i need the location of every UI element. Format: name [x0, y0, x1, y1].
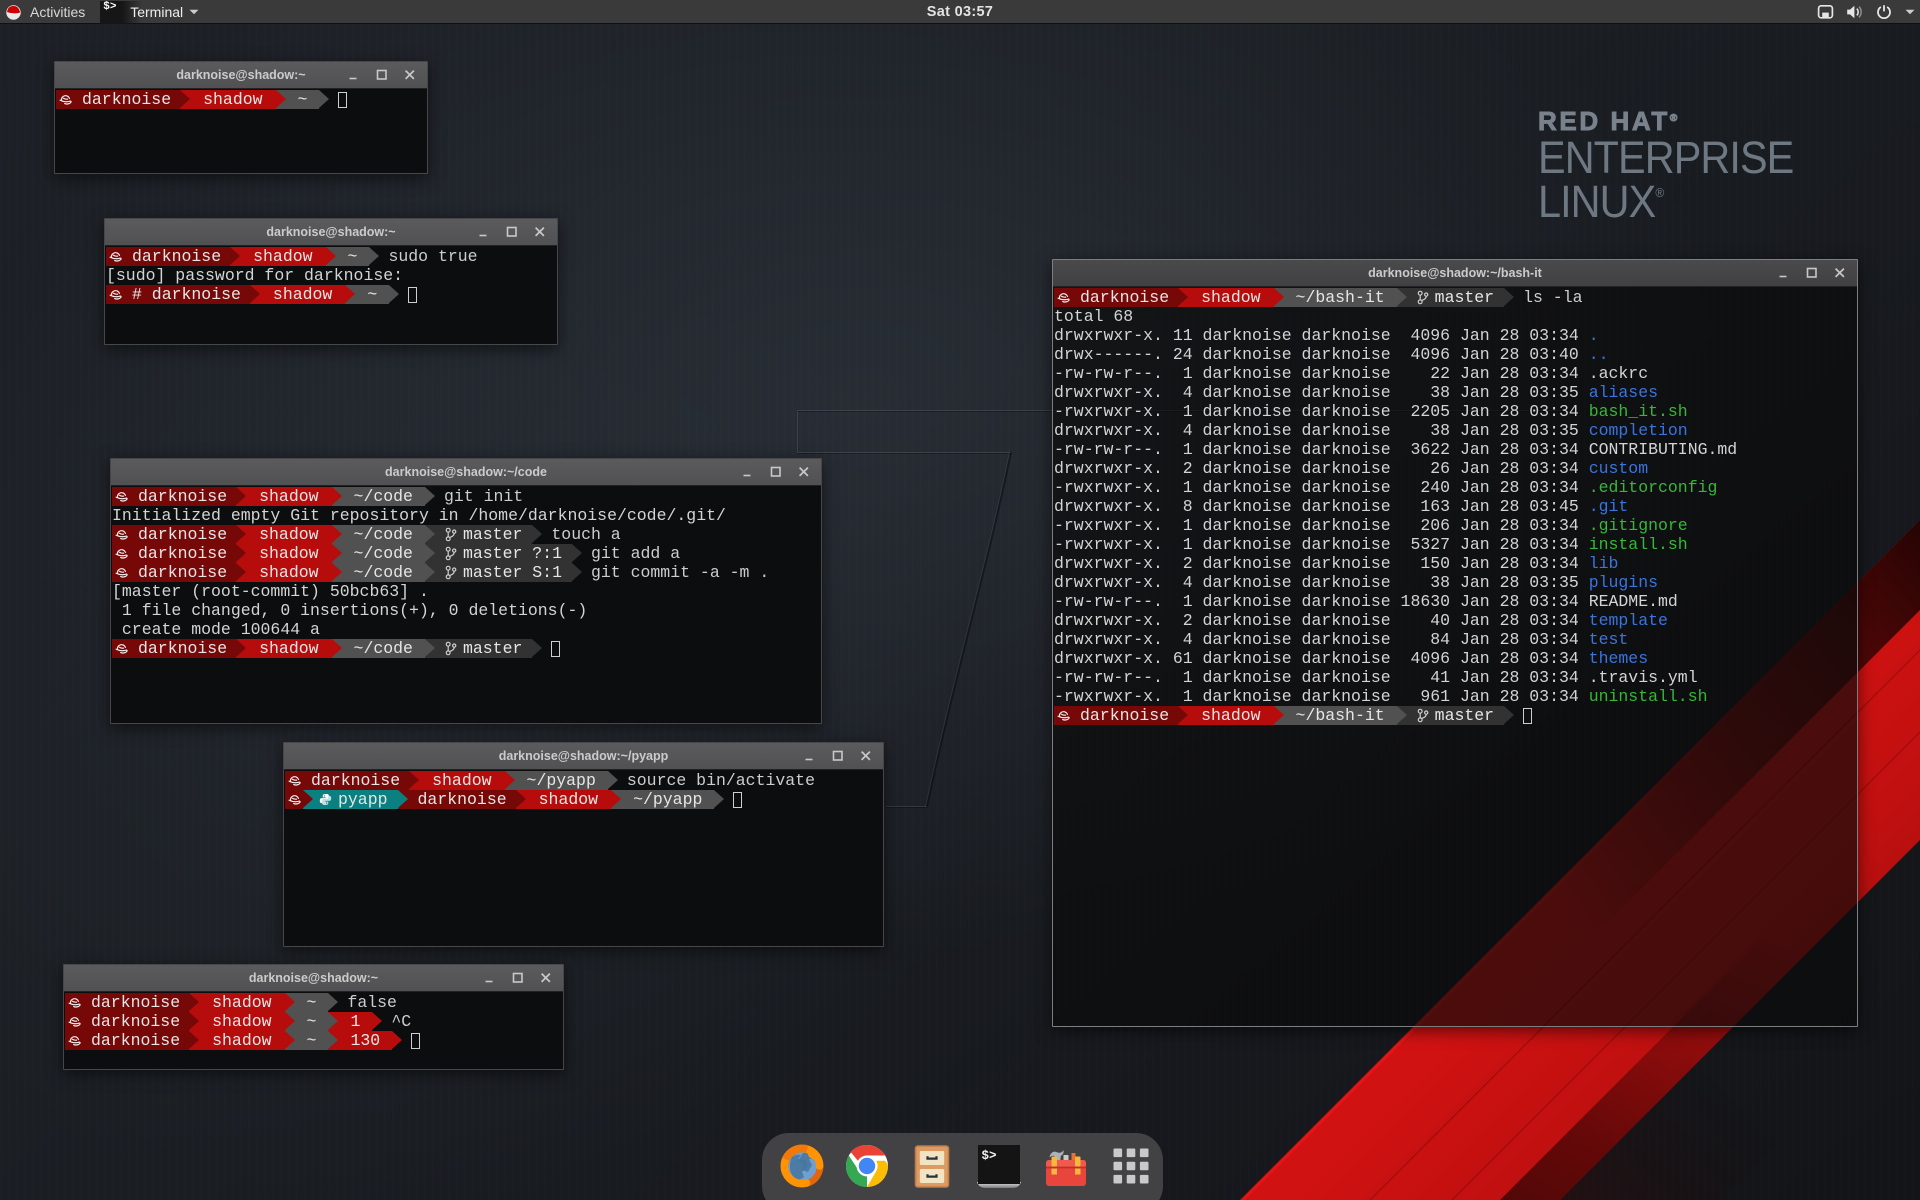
svg-text:$>: $> — [982, 1149, 997, 1163]
